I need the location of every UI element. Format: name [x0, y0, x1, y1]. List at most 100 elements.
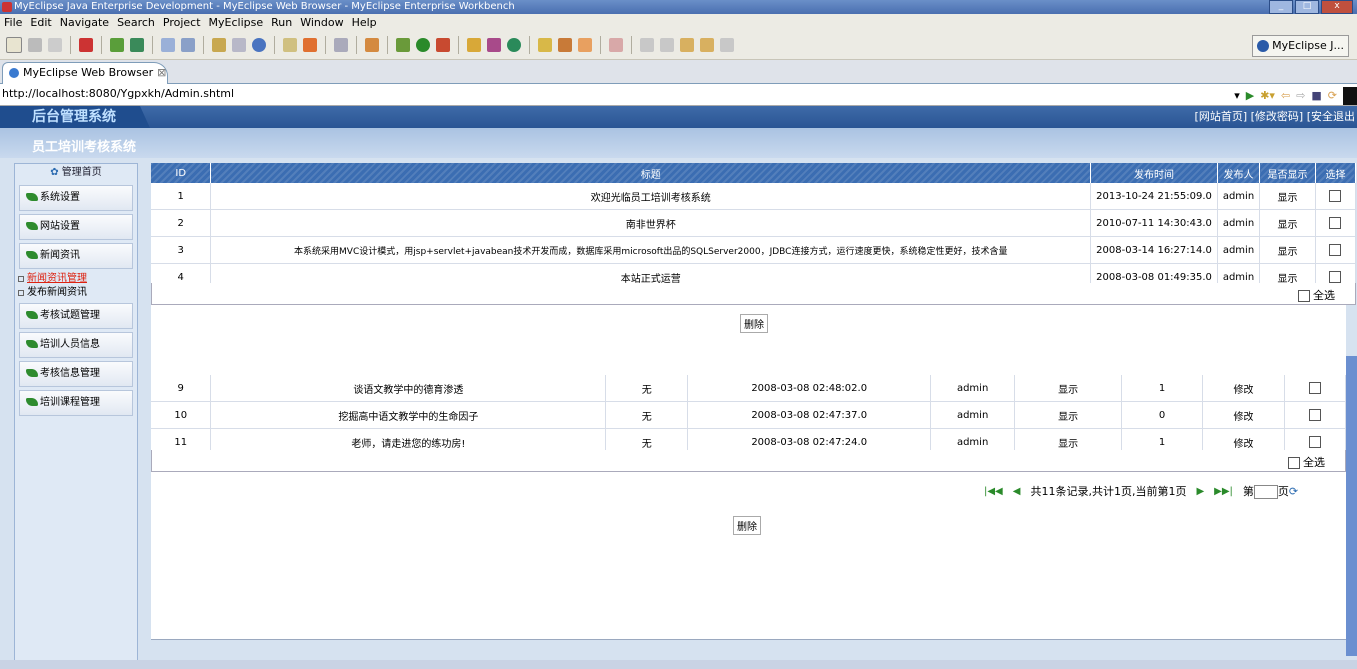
bug-icon[interactable] — [396, 37, 410, 52]
deploy-menu-icon[interactable] — [232, 37, 246, 52]
menu-file[interactable]: File — [0, 16, 26, 29]
annotation-icon[interactable] — [609, 37, 623, 52]
edit-link[interactable]: 修改 — [1202, 401, 1285, 429]
menu-help[interactable]: Help — [348, 16, 381, 29]
open-folder-icon[interactable] — [538, 37, 552, 52]
select-all-checkbox[interactable] — [1287, 457, 1300, 469]
sidebar-home[interactable]: ✿ 管理首页 — [15, 164, 137, 182]
minimize-button[interactable]: _ — [1269, 0, 1293, 14]
uml-icon[interactable] — [365, 37, 379, 52]
delete-button[interactable]: 删除 — [740, 314, 768, 333]
sync-icon[interactable]: ✱▾ — [1260, 86, 1275, 106]
view-icon[interactable] — [1343, 87, 1357, 105]
menu-search[interactable]: Search — [113, 16, 159, 29]
perspective-button[interactable]: MyEclipse J... — [1252, 35, 1349, 57]
select-all-row: 全选 — [151, 283, 1356, 305]
article-title-link[interactable]: 谈语文教学中的德育渗透 — [210, 375, 607, 402]
menu-myeclipse[interactable]: MyEclipse — [205, 16, 268, 29]
news-title-link[interactable]: 南非世界杯 — [210, 209, 1092, 237]
sidebar-item-news[interactable]: 新闻资讯 — [19, 243, 133, 269]
row-checkbox[interactable] — [1329, 217, 1342, 229]
page-summary: 共11条记录,共计1页,当前第1页 — [1030, 485, 1187, 498]
last-page-icon[interactable]: ▶▶| — [1214, 486, 1233, 497]
last-edit-icon[interactable] — [680, 37, 694, 52]
new-class-icon[interactable] — [507, 37, 521, 52]
new-java-project-icon[interactable] — [467, 37, 481, 52]
external-tools-icon[interactable] — [436, 37, 450, 52]
web-project-icon[interactable] — [161, 37, 175, 52]
home-icon: ✿ — [50, 167, 59, 178]
next-annotation-icon[interactable] — [640, 37, 654, 52]
deploy-icon[interactable] — [212, 37, 226, 52]
open-resource-icon[interactable] — [303, 37, 317, 52]
edit-link[interactable]: 修改 — [1202, 375, 1285, 402]
browser-back-icon[interactable]: ⇦ — [1281, 86, 1290, 106]
editor-tab-bar: MyEclipse Web Browser ⊠ — [0, 60, 1357, 85]
delete-button[interactable]: 删除 — [733, 516, 761, 535]
back-icon[interactable] — [700, 37, 714, 52]
select-all-label[interactable]: 全选 — [1297, 287, 1335, 303]
debug-icon[interactable] — [110, 37, 124, 52]
go-page-icon[interactable]: ⟳ — [1289, 485, 1298, 498]
article-title-link[interactable]: 挖掘高中语文教学中的生命因子 — [210, 401, 607, 429]
select-all-label[interactable]: 全选 — [1287, 454, 1325, 470]
pencil-icon[interactable] — [558, 37, 572, 52]
menu-run[interactable]: Run — [267, 16, 296, 29]
news-title-link[interactable]: 本系统采用MVC设计模式，用jsp+servlet+javabean技术开发而成… — [210, 236, 1092, 264]
select-all-checkbox[interactable] — [1297, 290, 1310, 302]
maximize-button[interactable]: □ — [1295, 0, 1319, 14]
database-icon[interactable] — [130, 37, 144, 52]
page-scrollbar[interactable] — [1346, 356, 1357, 656]
sidebar-item-trainees[interactable]: 培训人员信息 — [19, 332, 133, 358]
go-icon[interactable]: ▶ — [1246, 86, 1254, 106]
url-dropdown-icon[interactable]: ▾ — [1234, 86, 1240, 106]
sidebar-item-site-settings[interactable]: 网站设置 — [19, 214, 133, 240]
sidebar-item-system-settings[interactable]: 系统设置 — [19, 185, 133, 211]
row-checkbox[interactable] — [1308, 436, 1321, 448]
new-package-icon[interactable] — [487, 37, 501, 52]
row-checkbox[interactable] — [1329, 244, 1342, 256]
server-icon[interactable] — [79, 37, 93, 52]
top-links[interactable]: [网站首页] [修改密码] [安全退出 — [1195, 106, 1357, 128]
save-icon[interactable] — [28, 37, 42, 52]
tab-close-icon[interactable]: ⊠ — [157, 66, 166, 79]
row-checkbox[interactable] — [1308, 382, 1321, 394]
pagination: |◀◀ ◀ 共11条记录,共计1页,当前第1页 ▶ ▶▶| 第页⟳ — [984, 482, 1298, 500]
search-icon[interactable] — [578, 37, 592, 52]
close-window-button[interactable]: x — [1321, 0, 1353, 14]
sidebar-sub-news-publish[interactable]: 发布新闻资讯 — [15, 286, 137, 300]
next-page-icon[interactable]: ▶ — [1196, 486, 1204, 497]
menu-window[interactable]: Window — [296, 16, 347, 29]
menu-navigate[interactable]: Navigate — [56, 16, 113, 29]
print-icon[interactable] — [48, 37, 62, 52]
refresh-icon[interactable]: ⟳ — [1328, 86, 1337, 106]
leaf-icon — [26, 398, 38, 406]
sidebar-sub-news-manage[interactable]: 新闻资讯管理 — [15, 272, 137, 286]
ejb-project-icon[interactable] — [181, 37, 195, 52]
prev-annotation-icon[interactable] — [660, 37, 674, 52]
menu-project[interactable]: Project — [159, 16, 205, 29]
first-page-icon[interactable]: |◀◀ — [984, 486, 1003, 497]
sidebar-item-courses[interactable]: 培训课程管理 — [19, 390, 133, 416]
row-checkbox[interactable] — [1329, 271, 1342, 283]
open-type-icon[interactable] — [283, 37, 297, 52]
browser-icon[interactable] — [334, 37, 348, 52]
stop-icon[interactable]: ■ — [1311, 86, 1321, 106]
new-icon[interactable] — [6, 36, 22, 53]
globe-icon[interactable] — [252, 37, 266, 52]
url-field[interactable]: http://localhost:8080/Ygpxkh/Admin.shtml — [2, 87, 234, 100]
article-table: 9 谈语文教学中的德育渗透 无 2008-03-08 02:48:02.0 ad… — [151, 375, 1347, 456]
forward-icon[interactable] — [720, 37, 734, 52]
sidebar-item-exam-questions[interactable]: 考核试题管理 — [19, 303, 133, 329]
news-title-link[interactable]: 欢迎光临员工培训考核系统 — [210, 183, 1092, 210]
menu-edit[interactable]: Edit — [26, 16, 55, 29]
run-icon[interactable] — [416, 37, 430, 52]
tab-web-browser[interactable]: MyEclipse Web Browser ⊠ — [2, 62, 168, 85]
row-checkbox[interactable] — [1308, 409, 1321, 421]
sidebar-item-exam-info[interactable]: 考核信息管理 — [19, 361, 133, 387]
page-number-input[interactable] — [1253, 485, 1278, 499]
prev-page-icon[interactable]: ◀ — [1013, 486, 1021, 497]
leaf-icon — [26, 340, 38, 348]
row-checkbox[interactable] — [1329, 190, 1342, 202]
browser-forward-icon[interactable]: ⇨ — [1296, 86, 1305, 106]
